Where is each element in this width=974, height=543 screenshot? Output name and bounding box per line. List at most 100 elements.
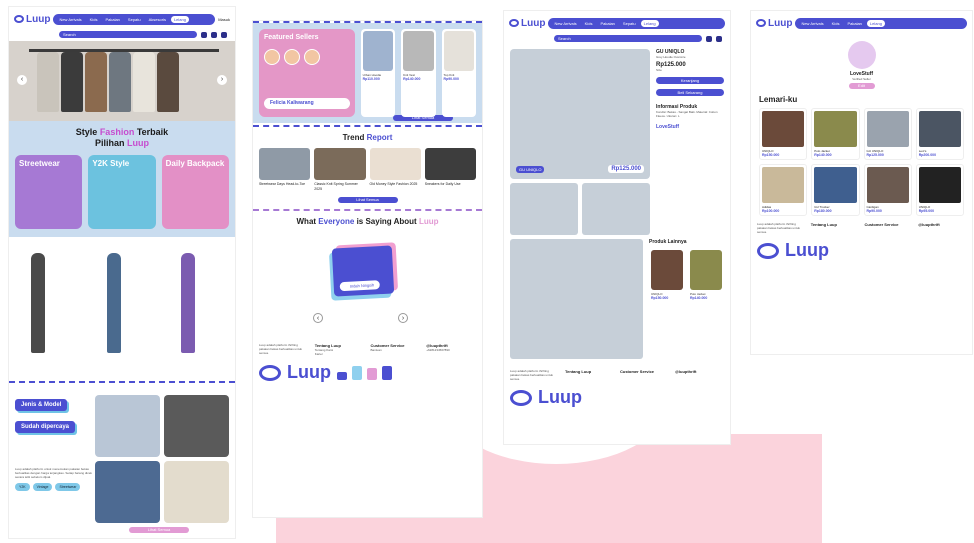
top-nav: Luup New Arrivals Kids Pakaian Sepatu Le…: [504, 11, 730, 35]
avatar[interactable]: [304, 49, 320, 65]
carousel-next-icon[interactable]: ›: [217, 75, 227, 85]
category-card[interactable]: Daily Backpack: [161, 155, 229, 229]
trend-item[interactable]: Streetwear Days Head-to-Toe: [259, 148, 311, 191]
buy-buttons: Keranjang: [656, 77, 724, 84]
footer-col: Customer Service Bantuan: [371, 343, 421, 356]
product-image: [762, 167, 805, 203]
closet-item[interactable]: Adidas Rp100.000: [759, 164, 808, 216]
footer-about: Luup adalah platform thrifting pakaian b…: [757, 222, 805, 234]
closet-item[interactable]: UNIQLO Rp95.000: [915, 164, 964, 216]
panel-landing: Featured Sellers Felicia Kaliwarang Urba…: [252, 20, 483, 518]
category-card[interactable]: Y2K Style: [88, 155, 156, 229]
logo-mark-icon: [756, 19, 766, 27]
add-to-cart-button[interactable]: Keranjang: [656, 77, 724, 84]
footer-link[interactable]: Bantuan: [371, 348, 421, 352]
product-price: Rp95.000: [918, 209, 935, 213]
trend-more-button[interactable]: Lihat Semua: [337, 197, 398, 203]
nav-item-active[interactable]: Lelang: [640, 19, 659, 27]
closet-item[interactable]: Cardigan Rp90.000: [863, 164, 912, 216]
nav-item[interactable]: Pakaian: [844, 20, 864, 27]
testimonial-next-icon[interactable]: ›: [398, 313, 408, 323]
nav-item[interactable]: Pakaian: [102, 16, 122, 23]
related-list: UNIQLO Rp150.000 Polo Jacket Rp140.000: [649, 248, 724, 302]
nav-item-active[interactable]: Lelang: [170, 15, 189, 23]
avatar[interactable]: [264, 49, 280, 65]
nav-item[interactable]: New Arrivals: [551, 20, 579, 27]
closet-item[interactable]: Levi's Rp200.000: [915, 108, 964, 160]
footer-heading: @luupthrift: [918, 222, 940, 227]
product-image: [403, 31, 434, 71]
heart-icon[interactable]: [211, 31, 217, 38]
luup-logo[interactable]: Luup: [756, 18, 792, 29]
footer-brand: Luup: [259, 362, 476, 383]
seller-name[interactable]: LoveStuff: [656, 124, 724, 130]
product-image: [690, 250, 722, 290]
testimonial-prev-icon[interactable]: ‹: [313, 313, 323, 323]
featured-seller-name[interactable]: Felicia Kaliwarang: [264, 98, 350, 109]
closet-item[interactable]: GU Trucker Rp180.000: [811, 164, 860, 216]
luup-logo[interactable]: Luup: [14, 14, 50, 25]
thumbnail-image[interactable]: [582, 183, 650, 235]
nav-item[interactable]: Sepatu: [125, 16, 144, 23]
product-card[interactable]: Knit Vest Rp140.000: [401, 29, 436, 117]
carousel-prev-icon[interactable]: ‹: [17, 75, 27, 85]
cart-icon[interactable]: [201, 31, 207, 38]
nav-item[interactable]: New Arrivals: [56, 16, 84, 23]
testimonial-author: Indah Ningsih: [339, 280, 380, 292]
related-products: Produk Lainnya UNIQLO Rp150.000 Polo Jack…: [649, 239, 724, 359]
product-image: [651, 250, 683, 290]
product-image[interactable]: [164, 395, 229, 457]
closet-item[interactable]: GU UNIQLO Rp125.000: [863, 108, 912, 160]
closet-item[interactable]: UNIQLO Rp150.000: [759, 108, 808, 160]
trend-item[interactable]: Old Money Style Fashion 2025: [369, 148, 421, 191]
category-card[interactable]: Streetwear: [15, 155, 83, 229]
nav-item-active[interactable]: Lelang: [866, 19, 885, 27]
closet-grid: UNIQLO Rp150.000 Polo Jacket Rp140.000 GU UN…: [751, 108, 972, 216]
tag-chip[interactable]: Streetwear: [55, 483, 81, 491]
trend-item[interactable]: Classic Knit Spring Summer 2025: [314, 148, 366, 191]
nav-item[interactable]: Aksesoris: [146, 16, 169, 23]
featured-sellers-card[interactable]: Featured Sellers Felicia Kaliwarang: [259, 29, 355, 117]
featured-sellers-section: Featured Sellers Felicia Kaliwarang Urba…: [253, 23, 482, 123]
user-icon[interactable]: [221, 31, 227, 38]
luup-logo[interactable]: Luup: [509, 18, 545, 29]
heart-icon[interactable]: [716, 35, 722, 42]
buy-now-row: Beli Sekarang: [656, 89, 724, 96]
product-card[interactable]: UNIQLO Rp150.000: [649, 248, 685, 302]
hanging-clothes: [37, 52, 59, 112]
see-all-button[interactable]: Lihat Semua: [129, 527, 189, 533]
nav-item[interactable]: Kids: [87, 16, 101, 23]
footer-columns: Luup adalah platform thrifting pakaian b…: [510, 369, 724, 381]
buy-now-button[interactable]: Beli Sekarang: [656, 89, 724, 96]
product-card[interactable]: Urban Hoodie Rp110.000: [360, 29, 396, 117]
profile-link[interactable]: Masuk: [218, 17, 230, 22]
footer-heading: Tentang Luup: [810, 222, 837, 227]
footer-col: Tentang Luup: [565, 369, 614, 381]
nav-item[interactable]: Kids: [582, 20, 596, 27]
product-image[interactable]: [95, 395, 160, 457]
product-image: [814, 111, 857, 147]
product-card[interactable]: Polo Jacket Rp140.000: [688, 248, 724, 302]
cart-icon[interactable]: [706, 35, 712, 42]
product-card[interactable]: Top Knit Rp90.000: [441, 29, 476, 117]
nav-item[interactable]: New Arrivals: [798, 20, 826, 27]
search-input[interactable]: Search: [554, 35, 702, 42]
closet-item[interactable]: Polo Jacket Rp140.000: [811, 108, 860, 160]
edit-profile-button[interactable]: Edit: [848, 83, 875, 89]
logo-text: Luup: [768, 17, 793, 29]
footer-link[interactable]: Karier: [315, 352, 365, 356]
trend-item[interactable]: Sneakers for Daily Use: [424, 148, 476, 191]
nav-item[interactable]: Pakaian: [597, 20, 617, 27]
product-image[interactable]: [164, 461, 229, 523]
product-price: Rp140.000: [814, 153, 832, 157]
hanging-clothes: [85, 52, 107, 112]
tag-chip[interactable]: Vintage: [32, 483, 53, 491]
nav-item[interactable]: Kids: [829, 20, 843, 27]
shoe-icon: [336, 371, 347, 380]
tag-chip[interactable]: Y2K: [15, 483, 30, 491]
search-input[interactable]: Search: [59, 31, 197, 38]
avatar[interactable]: [284, 49, 300, 65]
product-image[interactable]: [95, 461, 160, 523]
thumbnail-image[interactable]: [510, 183, 578, 235]
nav-item[interactable]: Sepatu: [620, 20, 639, 27]
